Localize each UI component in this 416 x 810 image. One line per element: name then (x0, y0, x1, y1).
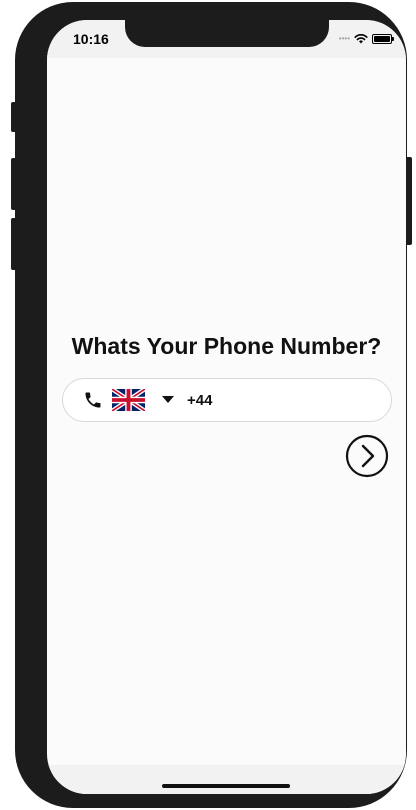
home-bar-area (47, 765, 406, 794)
phone-icon (85, 392, 101, 408)
status-time: 10:16 (73, 31, 109, 47)
caret-down-icon[interactable] (162, 396, 174, 404)
next-button[interactable] (345, 434, 389, 478)
wifi-icon (354, 34, 368, 44)
status-icons: •••• (338, 33, 394, 44)
signal-icon: •••• (338, 33, 350, 43)
phone-frame: 10:16 •••• Whats Your Phone Number? +44 (15, 2, 407, 808)
notch (125, 20, 329, 47)
app-screen: 10:16 •••• Whats Your Phone Number? +44 (47, 20, 406, 794)
battery-icon (372, 33, 394, 44)
chevron-right-icon (361, 444, 375, 468)
phone-number-field[interactable]: +44 (62, 378, 392, 422)
dial-code[interactable]: +44 (187, 392, 212, 409)
next-button-circle (345, 434, 389, 478)
home-indicator[interactable] (162, 784, 290, 788)
page-title: Whats Your Phone Number? (71, 333, 382, 359)
uk-flag-icon[interactable] (112, 389, 145, 411)
